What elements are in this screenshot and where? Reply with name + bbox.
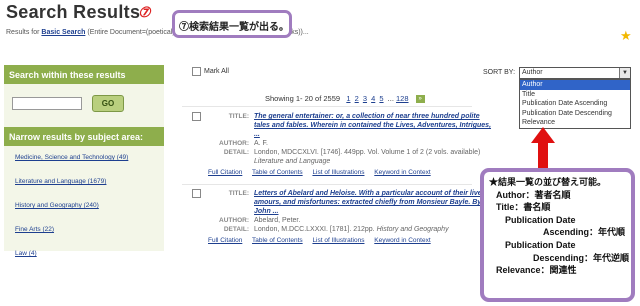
search-type-link[interactable]: Basic Search <box>41 29 85 36</box>
mark-all: Mark All <box>192 67 229 76</box>
record-title-row: TITLE: Letters of Abelard and Heloise. W… <box>192 189 492 216</box>
sort-option-title[interactable]: Title <box>520 90 630 100</box>
callout-line: ★結果一覧の並び替え可能。 <box>489 177 607 187</box>
record-links: Full Citation Table of Contents List of … <box>208 237 492 244</box>
callout-line: Ascending：年代順 <box>543 227 626 238</box>
subject-link[interactable]: Literature and Language (1679) <box>15 178 164 202</box>
record-author: A. F. <box>254 140 269 147</box>
record-detail-row: DETAIL: London, MDCCXLVI. [1746]. 449pp.… <box>192 148 492 166</box>
sidebar: Search within these results GO Narrow re… <box>4 65 164 257</box>
subject-link[interactable]: History and Geography (240) <box>15 202 164 226</box>
subject-link[interactable]: Law (4) <box>15 250 164 274</box>
mark-all-checkbox[interactable] <box>192 67 201 76</box>
detail-label: DETAIL: <box>223 149 249 156</box>
sort-option-date-descending[interactable]: Publication Date Descending <box>520 109 630 119</box>
record-detail: London, MDCCXLVI. [1746]. 449pp. Vol. Vo… <box>254 149 481 156</box>
list-of-illustrations-link[interactable]: List of Illustrations <box>312 237 364 244</box>
go-button[interactable]: GO <box>92 95 124 112</box>
page-link[interactable]: 2 <box>355 94 359 103</box>
record-author-row: AUTHOR: Abelard, Peter. <box>192 216 492 225</box>
mark-all-label: Mark All <box>204 68 229 75</box>
search-within-form: GO <box>4 84 164 127</box>
page-link[interactable]: 3 <box>363 94 367 103</box>
detail-label: DETAIL: <box>223 226 249 233</box>
callout-line: Title：書名順 <box>496 202 551 213</box>
narrow-results-heading: Narrow results by subject area: <box>4 127 164 146</box>
title-label: TITLE: <box>228 113 249 120</box>
sort-selected-value: Author <box>522 69 543 76</box>
callout-line: Publication Date <box>505 214 576 225</box>
callout-line: Relevance：関連性 <box>496 265 577 276</box>
next-page-icon[interactable]: » <box>415 95 425 104</box>
record-links: Full Citation Table of Contents List of … <box>208 169 492 176</box>
red-up-arrow-icon <box>531 127 555 169</box>
pagination: Showing 1- 20 of 2559 1 2 3 4 5 ... 128 … <box>265 94 425 104</box>
keyword-in-context-link[interactable]: Keyword in Context <box>374 169 430 176</box>
sort-options-list: Author Title Publication Date Ascending … <box>519 79 631 129</box>
search-within-heading: Search within these results <box>4 65 164 84</box>
page-link[interactable]: 4 <box>371 94 375 103</box>
subject-link[interactable]: Medicine, Science and Technology (49) <box>15 154 164 178</box>
record-subject: Literature and Language <box>254 158 331 165</box>
author-label: AUTHOR: <box>219 217 249 224</box>
result-record: TITLE: The general entertainer: or, a co… <box>192 112 492 176</box>
record-title-row: TITLE: The general entertainer: or, a co… <box>192 112 492 139</box>
record-detail-row: DETAIL: London, M.DCC.LXXXI. [1781]. 212… <box>192 225 492 234</box>
sort-by-label: SORT BY: <box>483 69 516 76</box>
full-citation-link[interactable]: Full Citation <box>208 169 242 176</box>
divider <box>182 106 472 107</box>
page-link[interactable]: 1 <box>346 94 350 103</box>
table-of-contents-link[interactable]: Table of Contents <box>252 237 303 244</box>
list-of-illustrations-link[interactable]: List of Illustrations <box>312 169 364 176</box>
subject-list: Medicine, Science and Technology (49) Li… <box>4 146 164 274</box>
callout-sort-explanation: ★結果一覧の並び替え可能。 Author：著者名順 Title：書名順 Publ… <box>480 168 635 302</box>
search-within-input[interactable] <box>12 97 82 110</box>
pagination-ellipsis: ... <box>387 94 394 103</box>
record-title-link[interactable]: Letters of Abelard and Heloise. With a p… <box>254 190 487 215</box>
page-title: Search Results <box>6 2 141 22</box>
callout-line: Descending：年代逆順 <box>533 252 630 263</box>
record-author: Abelard, Peter. <box>254 217 301 224</box>
last-page-link[interactable]: 128 <box>396 94 409 103</box>
author-label: AUTHOR: <box>219 140 249 147</box>
callout-line: Publication Date <box>505 239 576 250</box>
sort-option-date-ascending[interactable]: Publication Date Ascending <box>520 99 630 109</box>
table-of-contents-link[interactable]: Table of Contents <box>252 169 303 176</box>
record-author-row: AUTHOR: A. F. <box>192 139 492 148</box>
full-citation-link[interactable]: Full Citation <box>208 237 242 244</box>
callout-results-list: ⑦検索結果一覧が出る。 <box>172 10 292 38</box>
sort-select[interactable]: Author ▼ <box>519 67 631 79</box>
subject-link[interactable]: Fine Arts (22) <box>15 226 164 250</box>
keyword-in-context-link[interactable]: Keyword in Context <box>374 237 430 244</box>
showing-count: Showing 1- 20 of 2559 <box>265 94 341 103</box>
dropdown-arrow-icon[interactable]: ▼ <box>619 68 630 78</box>
title-label: TITLE: <box>228 190 249 197</box>
record-subject: History and Geography <box>376 226 449 233</box>
step-number-badge: ⑦ <box>138 4 151 20</box>
callout-line: Author：著者名順 <box>496 189 571 200</box>
sort-option-author[interactable]: Author <box>520 80 630 90</box>
page-link[interactable]: 5 <box>379 94 383 103</box>
result-record: TITLE: Letters of Abelard and Heloise. W… <box>192 189 492 244</box>
record-detail: London, M.DCC.LXXXI. [1781]. 212pp. <box>254 226 375 233</box>
star-icon[interactable]: ★ <box>620 28 632 44</box>
record-title-link[interactable]: The general entertainer: or, a collectio… <box>254 113 491 138</box>
divider <box>182 184 472 185</box>
results-prefix: Results for <box>6 29 40 36</box>
